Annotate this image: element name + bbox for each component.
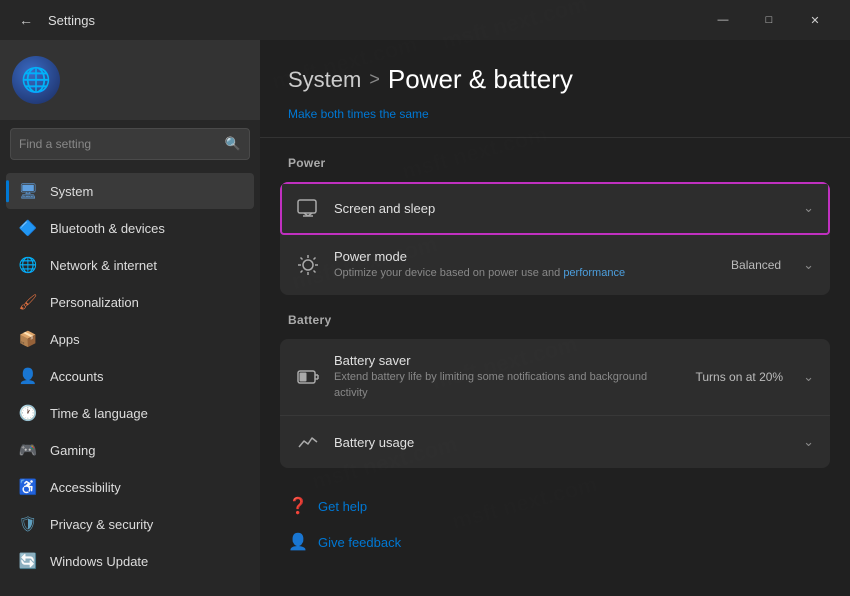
sidebar-item-system[interactable]: 🖥 System: [6, 173, 254, 209]
screen-sleep-row[interactable]: Screen and sleep ⌄: [280, 182, 830, 235]
sidebar-item-apps[interactable]: 📦 Apps: [6, 321, 254, 357]
sidebar-label-time: Time & language: [50, 406, 148, 421]
sidebar-item-privacy[interactable]: 🛡 Privacy & security: [6, 506, 254, 542]
maximize-button[interactable]: □: [746, 0, 792, 40]
screen-sleep-title: Screen and sleep: [334, 201, 789, 216]
bluetooth-icon: 🔷: [18, 218, 38, 238]
breadcrumb-parent: System: [288, 67, 361, 93]
get-help-icon: ❓: [288, 496, 308, 516]
battery-usage-text: Battery usage: [334, 435, 789, 450]
power-section-label: Power: [260, 142, 850, 178]
settings-window: ← Settings — □ ✕ 🌐 🔍 🖥 System: [0, 0, 850, 596]
titlebar-title: Settings: [48, 13, 95, 28]
avatar: 🌐: [12, 56, 60, 104]
give-feedback-icon: 👤: [288, 532, 308, 552]
sidebar-label-accessibility: Accessibility: [50, 480, 121, 495]
apps-icon: 📦: [18, 329, 38, 349]
search-input[interactable]: [19, 137, 225, 151]
sidebar-item-accessibility[interactable]: ♿ Accessibility: [6, 469, 254, 505]
sidebar-label-update: Windows Update: [50, 554, 148, 569]
sidebar-label-gaming: Gaming: [50, 443, 96, 458]
battery-saver-icon: [296, 365, 320, 389]
accounts-icon: 👤: [18, 366, 38, 386]
breadcrumb: System > Power & battery: [260, 40, 850, 107]
sidebar-label-personalization: Personalization: [50, 295, 139, 310]
sidebar-label-system: System: [50, 184, 93, 199]
battery-usage-row[interactable]: Battery usage ⌄: [280, 416, 830, 468]
app-content: 🌐 🔍 🖥 System 🔷 Bluetooth & devices 🌐 Net…: [0, 40, 850, 596]
gaming-icon: 🎮: [18, 440, 38, 460]
power-mode-row[interactable]: Power mode Optimize your device based on…: [280, 235, 830, 295]
sidebar-nav: 🖥 System 🔷 Bluetooth & devices 🌐 Network…: [0, 168, 260, 596]
battery-saver-title: Battery saver: [334, 353, 681, 368]
battery-usage-chevron: ⌄: [803, 434, 814, 450]
system-icon: 🖥: [18, 181, 38, 201]
battery-saver-row[interactable]: Battery saver Extend battery life by lim…: [280, 339, 830, 416]
accessibility-icon: ♿: [18, 477, 38, 497]
battery-saver-chevron: ⌄: [803, 369, 814, 385]
give-feedback-link[interactable]: 👤 Give feedback: [288, 528, 822, 556]
main-content: System > Power & battery Make both times…: [260, 40, 850, 596]
power-mode-text: Power mode Optimize your device based on…: [334, 249, 717, 281]
battery-usage-icon: [296, 430, 320, 454]
window-controls: — □ ✕: [700, 0, 838, 40]
give-feedback-label: Give feedback: [318, 535, 401, 550]
battery-saver-text: Battery saver Extend battery life by lim…: [334, 353, 681, 401]
battery-saver-desc: Extend battery life by limiting some not…: [334, 370, 681, 401]
close-button[interactable]: ✕: [792, 0, 838, 40]
sidebar-label-bluetooth: Bluetooth & devices: [50, 221, 165, 236]
sidebar-item-accounts[interactable]: 👤 Accounts: [6, 358, 254, 394]
battery-card: Battery saver Extend battery life by lim…: [280, 339, 830, 468]
minimize-button[interactable]: —: [700, 0, 746, 40]
search-icon: 🔍: [225, 136, 241, 152]
get-help-label: Get help: [318, 499, 367, 514]
sidebar-item-personalization[interactable]: 🖌 Personalization: [6, 284, 254, 320]
sidebar: 🌐 🔍 🖥 System 🔷 Bluetooth & devices 🌐 Net…: [0, 40, 260, 596]
footer-links: ❓ Get help 👤 Give feedback: [260, 476, 850, 572]
sidebar-label-network: Network & internet: [50, 258, 157, 273]
network-icon: 🌐: [18, 255, 38, 275]
sidebar-label-accounts: Accounts: [50, 369, 103, 384]
power-card: Screen and sleep ⌄: [280, 182, 830, 295]
sidebar-item-update[interactable]: 🔄 Windows Update: [6, 543, 254, 579]
user-avatar-area: 🌐: [0, 40, 260, 120]
hint-text: Make both times the same: [260, 107, 850, 138]
screen-sleep-text: Screen and sleep: [334, 201, 789, 216]
sidebar-label-apps: Apps: [50, 332, 80, 347]
screen-sleep-chevron: ⌄: [803, 200, 814, 216]
breadcrumb-current: Power & battery: [388, 64, 573, 95]
sidebar-item-gaming[interactable]: 🎮 Gaming: [6, 432, 254, 468]
personalization-icon: 🖌: [18, 292, 38, 312]
battery-saver-value: Turns on at 20%: [695, 370, 783, 384]
back-button[interactable]: ←: [12, 6, 40, 34]
power-mode-title: Power mode: [334, 249, 717, 264]
breadcrumb-arrow: >: [369, 69, 380, 90]
sidebar-item-time[interactable]: 🕐 Time & language: [6, 395, 254, 431]
time-icon: 🕐: [18, 403, 38, 423]
search-box[interactable]: 🔍: [10, 128, 250, 160]
power-mode-value: Balanced: [731, 258, 781, 272]
battery-usage-title: Battery usage: [334, 435, 789, 450]
sidebar-item-network[interactable]: 🌐 Network & internet: [6, 247, 254, 283]
get-help-link[interactable]: ❓ Get help: [288, 492, 822, 520]
power-mode-desc: Optimize your device based on power use …: [334, 266, 717, 281]
battery-section-label: Battery: [260, 299, 850, 335]
sidebar-label-privacy: Privacy & security: [50, 517, 153, 532]
sidebar-item-bluetooth[interactable]: 🔷 Bluetooth & devices: [6, 210, 254, 246]
power-mode-chevron: ⌄: [803, 257, 814, 273]
power-mode-icon: [296, 253, 320, 277]
screen-sleep-icon: [296, 196, 320, 220]
privacy-icon: 🛡: [18, 514, 38, 534]
titlebar: ← Settings — □ ✕: [0, 0, 850, 40]
update-icon: 🔄: [18, 551, 38, 571]
